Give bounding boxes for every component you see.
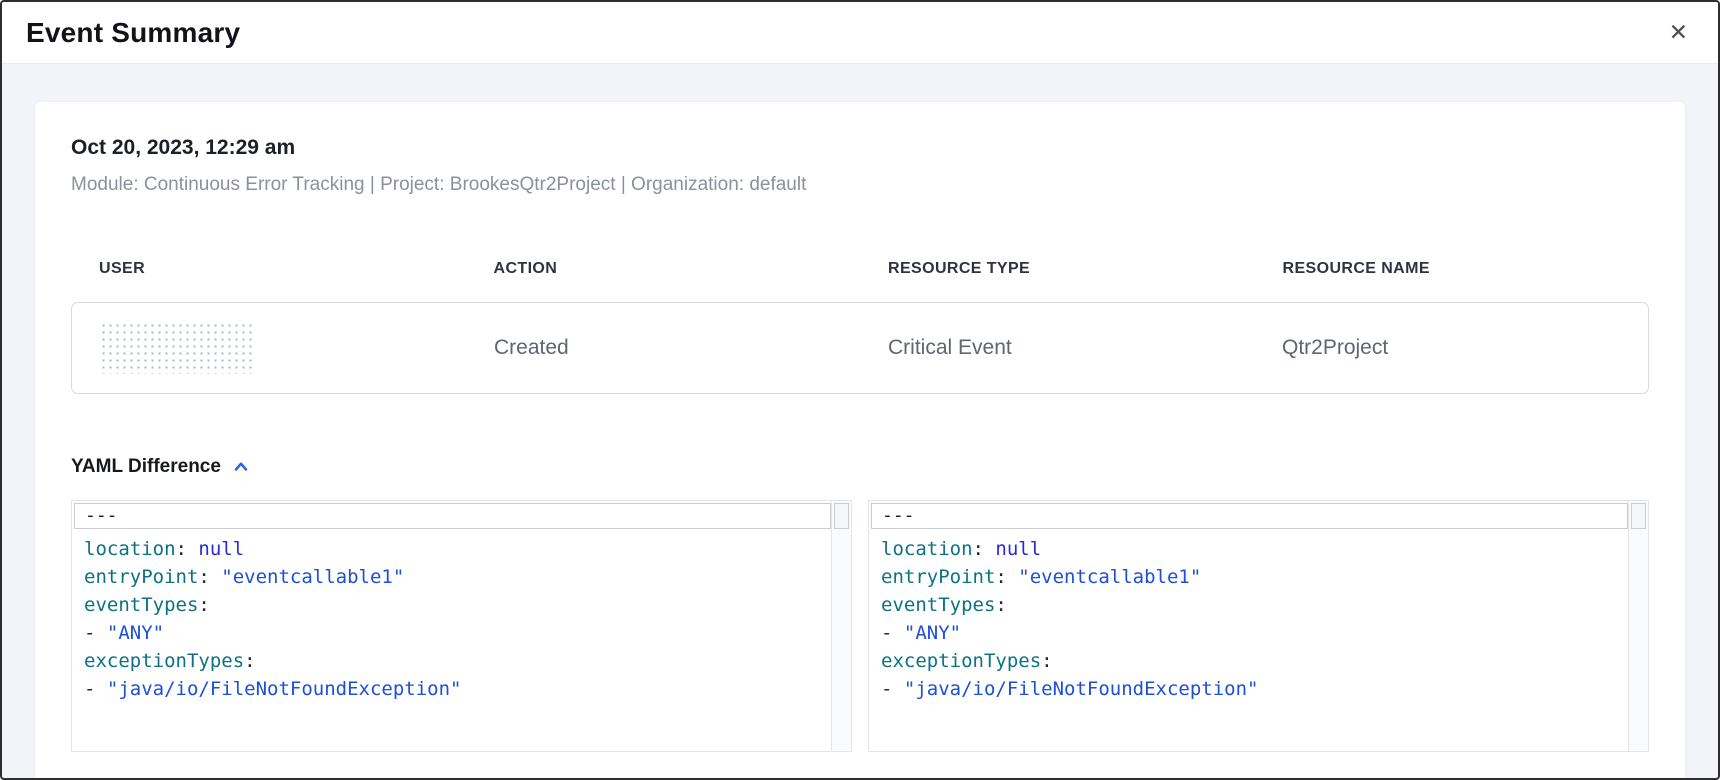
yaml-code-line: - "ANY" xyxy=(881,619,1628,647)
event-meta: Module: Continuous Error Tracking | Proj… xyxy=(71,174,1649,196)
resource-type-cell: Critical Event xyxy=(860,336,1254,360)
yaml-code-line: eventTypes: xyxy=(84,591,831,619)
table-header-row: USERACTIONRESOURCE TYPERESOURCE NAME xyxy=(71,260,1649,278)
user-cell xyxy=(72,322,466,374)
column-header: RESOURCE NAME xyxy=(1255,260,1650,278)
close-icon[interactable]: ✕ xyxy=(1665,17,1692,48)
resource-name-cell: Qtr2Project xyxy=(1254,336,1648,360)
chevron-up-icon[interactable] xyxy=(231,457,251,477)
yaml-code-line: exceptionTypes: xyxy=(881,647,1628,675)
event-timestamp: Oct 20, 2023, 12:29 am xyxy=(71,136,1649,160)
vertical-scrollbar[interactable] xyxy=(1628,501,1648,751)
yaml-code-left: --- location: nullentryPoint: "eventcall… xyxy=(72,501,831,751)
event-summary-modal: Event Summary ✕ Oct 20, 2023, 12:29 am M… xyxy=(0,0,1720,780)
scrollbar-corner xyxy=(1631,503,1646,529)
modal-header: Event Summary ✕ xyxy=(2,2,1718,64)
diff-header-line: --- xyxy=(871,503,1628,529)
action-cell: Created xyxy=(466,336,860,360)
yaml-code-line: entryPoint: "eventcallable1" xyxy=(881,563,1628,591)
yaml-diff-panes: --- location: nullentryPoint: "eventcall… xyxy=(71,500,1649,752)
user-redacted-avatar xyxy=(100,322,256,374)
diff-header-line: --- xyxy=(74,503,831,529)
page-title: Event Summary xyxy=(26,17,240,49)
yaml-difference-label: YAML Difference xyxy=(71,456,221,478)
event-card: Oct 20, 2023, 12:29 am Module: Continuou… xyxy=(35,102,1685,778)
yaml-pane-right: --- location: nullentryPoint: "eventcall… xyxy=(868,500,1649,752)
yaml-code-line: location: null xyxy=(881,535,1628,563)
yaml-pane-left: --- location: nullentryPoint: "eventcall… xyxy=(71,500,852,752)
vertical-scrollbar[interactable] xyxy=(831,501,851,751)
table-row: Created Critical Event Qtr2Project xyxy=(71,302,1649,394)
yaml-code-line: exceptionTypes: xyxy=(84,647,831,675)
yaml-code-area: location: nullentryPoint: "eventcallable… xyxy=(869,531,1628,703)
yaml-code-line: entryPoint: "eventcallable1" xyxy=(84,563,831,591)
yaml-code-line: - "java/io/FileNotFoundException" xyxy=(84,675,831,703)
yaml-code-right: --- location: nullentryPoint: "eventcall… xyxy=(869,501,1628,751)
column-header: USER xyxy=(71,260,466,278)
modal-body: Oct 20, 2023, 12:29 am Module: Continuou… xyxy=(2,64,1718,778)
column-header: RESOURCE TYPE xyxy=(860,260,1255,278)
yaml-code-line: eventTypes: xyxy=(881,591,1628,619)
scrollbar-corner xyxy=(834,503,849,529)
column-header: ACTION xyxy=(466,260,861,278)
yaml-difference-toggle[interactable]: YAML Difference xyxy=(71,456,1649,478)
yaml-code-line: - "ANY" xyxy=(84,619,831,647)
table-row-grid: Created Critical Event Qtr2Project xyxy=(72,303,1648,393)
yaml-code-area: location: nullentryPoint: "eventcallable… xyxy=(72,531,831,703)
yaml-code-line: location: null xyxy=(84,535,831,563)
yaml-code-line: - "java/io/FileNotFoundException" xyxy=(881,675,1628,703)
